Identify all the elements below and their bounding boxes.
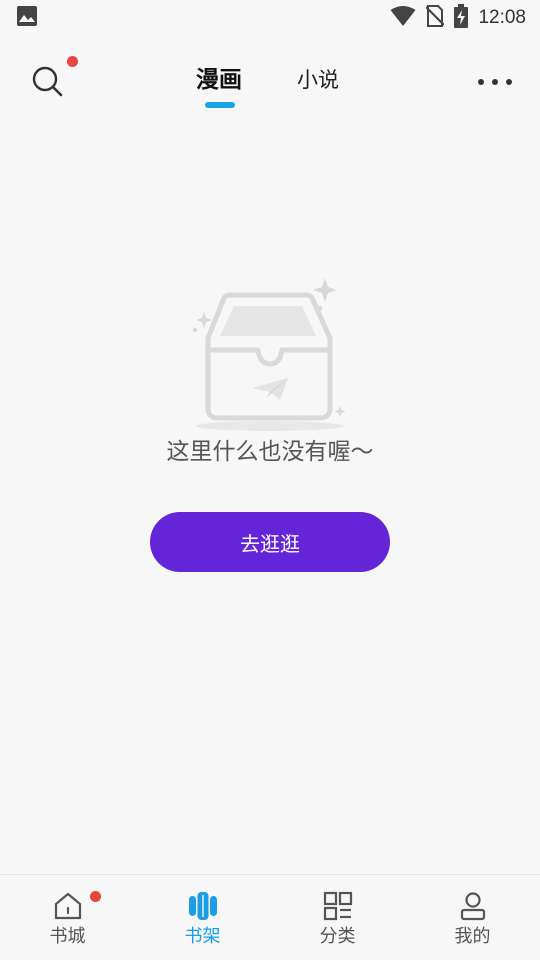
tab-comics[interactable]: 漫画 [196,66,242,94]
bottom-nav: 书城 书架 分类 我的 [0,874,540,960]
nav-label: 分类 [319,926,356,947]
battery-charging-icon [454,4,469,32]
empty-box-illustration [190,278,350,438]
status-bar: 12:08 [0,0,540,36]
home-icon [54,892,81,920]
nav-badge-dot [90,891,101,902]
image-icon [16,5,38,31]
wifi-icon [390,5,416,31]
nav-item-profile[interactable]: 我的 [405,875,540,960]
empty-state-message: 这里什么也没有喔～ [166,439,374,465]
content-tabs: 漫画 小说 [0,44,540,120]
more-dot-icon [478,79,484,85]
more-options-button[interactable] [478,77,512,87]
nav-item-category[interactable]: 分类 [270,875,405,960]
tab-novels[interactable]: 小说 [297,66,339,94]
browse-button[interactable]: 去逛逛 [150,512,390,572]
nav-item-bookstore[interactable]: 书城 [0,875,135,960]
more-dot-icon [506,79,512,85]
top-bar: 漫画 小说 [0,44,540,120]
nav-label: 书架 [184,926,221,947]
no-sim-icon [425,5,446,31]
nav-item-bookshelf[interactable]: 书架 [135,875,270,960]
profile-icon [460,892,485,921]
category-icon [323,891,352,921]
bookshelf-icon [188,892,217,920]
tab-active-indicator [205,102,235,108]
nav-label: 书城 [49,926,86,947]
status-time: 12:08 [478,7,526,28]
more-dot-icon [492,79,498,85]
nav-label: 我的 [454,926,491,947]
